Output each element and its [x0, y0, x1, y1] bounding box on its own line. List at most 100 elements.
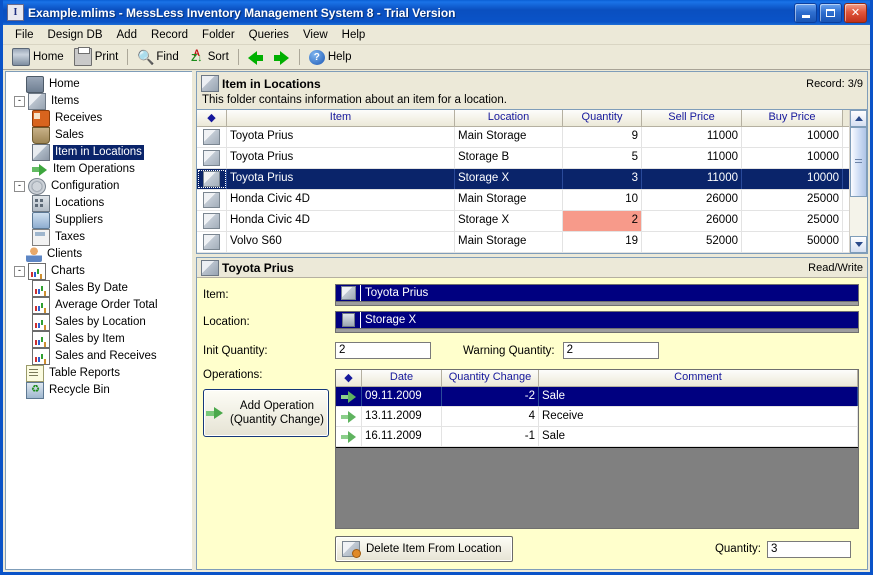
sort-az-icon: A Z↓: [191, 48, 203, 64]
sidebar-item-suppliers[interactable]: Suppliers: [6, 212, 192, 229]
toolbar-find-button[interactable]: 🔍 Find: [132, 47, 183, 67]
table-row[interactable]: Honda Civic 4D Storage X 2 26000 25000: [197, 211, 849, 232]
item-location-icon: [203, 192, 220, 208]
add-operation-button[interactable]: Add Operation (Quantity Change): [203, 389, 329, 437]
sidebar-item-configuration[interactable]: - Configuration: [6, 178, 192, 195]
operations-header-quantity-change[interactable]: Quantity Change: [442, 370, 539, 386]
sidebar-item-receives[interactable]: Receives: [6, 110, 192, 127]
building-icon: [336, 313, 360, 327]
sidebar-item-recycle-bin[interactable]: Recycle Bin: [6, 382, 192, 399]
sidebar-item-clients[interactable]: Clients: [6, 246, 192, 263]
scroll-thumb[interactable]: [850, 127, 867, 197]
menu-queries[interactable]: Queries: [242, 27, 296, 43]
operations-row[interactable]: 09.11.2009 -2 Sale: [336, 387, 858, 407]
sidebar-item-item-in-locations[interactable]: Item in Locations: [6, 144, 192, 161]
tree-expander-icon[interactable]: -: [14, 266, 25, 277]
grid-header-location[interactable]: Location: [455, 110, 563, 126]
scroll-track[interactable]: [850, 127, 867, 236]
operations-row[interactable]: 16.11.2009 -1 Sale: [336, 427, 858, 447]
maximize-button[interactable]: [819, 3, 842, 23]
toolbar-back-button[interactable]: [243, 47, 269, 67]
location-picker[interactable]: Storage X: [335, 311, 859, 333]
tree-expander-icon[interactable]: -: [14, 181, 25, 192]
toolbar-forward-button[interactable]: [269, 47, 295, 67]
toolbar-home-button[interactable]: Home: [7, 46, 69, 68]
sidebar-item-sales-by-item[interactable]: Sales by Item: [6, 331, 192, 348]
sidebar-item-sales-by-location[interactable]: Sales by Location: [6, 314, 192, 331]
close-button[interactable]: ✕: [844, 3, 867, 23]
location-field-row: Location: Storage X: [203, 311, 859, 333]
scroll-down-button[interactable]: [850, 236, 867, 253]
green-arrow-icon: [32, 162, 48, 177]
sidebar-item-label: Sales: [55, 129, 84, 141]
table-row[interactable]: Toyota Prius Storage B 5 11000 10000: [197, 148, 849, 169]
chart-icon: [32, 348, 50, 365]
cell-quantity-change: 4: [442, 407, 539, 426]
sidebar-item-charts[interactable]: - Charts: [6, 263, 192, 280]
item-location-icon: [32, 144, 50, 161]
operations-left-column: Operations: Add Operation (Quantity Chan…: [203, 369, 335, 529]
row-icon-cell: [197, 211, 227, 231]
sidebar-item-sales-and-receives[interactable]: Sales and Receives: [6, 348, 192, 365]
delete-item-from-location-button[interactable]: Delete Item From Location: [335, 536, 513, 562]
cell-sell-price: 11000: [642, 148, 742, 168]
sidebar-item-average-order-total[interactable]: Average Order Total: [6, 297, 192, 314]
sidebar-item-sales[interactable]: Sales: [6, 127, 192, 144]
tax-icon: [32, 229, 50, 246]
grid-header-quantity[interactable]: Quantity: [563, 110, 642, 126]
operations-row[interactable]: 13.11.2009 4 Receive: [336, 407, 858, 427]
item-location-icon: [203, 171, 220, 187]
operations-header-marker[interactable]: ◆: [336, 370, 362, 386]
item-location-icon: [201, 75, 219, 92]
table-row[interactable]: Volvo S60 Main Storage 19 52000 50000: [197, 232, 849, 253]
navigation-sidebar[interactable]: Home - Items Receives Sales Item in Locations…: [5, 71, 192, 570]
operations-header-date[interactable]: Date: [362, 370, 442, 386]
table-row[interactable]: Toyota Prius Main Storage 9 11000 10000: [197, 127, 849, 148]
sidebar-item-label: Sales and Receives: [55, 350, 157, 362]
menu-design-db[interactable]: Design DB: [41, 27, 110, 43]
table-row[interactable]: Toyota Prius Storage X 3 11000 10000: [197, 169, 849, 190]
green-arrow-icon: [204, 407, 230, 419]
sidebar-item-items[interactable]: - Items: [6, 93, 192, 110]
grid-header-sell-price[interactable]: Sell Price: [642, 110, 742, 126]
sidebar-item-home[interactable]: Home: [6, 76, 192, 93]
operations-header-comment[interactable]: Comment: [539, 370, 858, 386]
menu-help[interactable]: Help: [335, 27, 373, 43]
table-row[interactable]: Honda Civic 4D Main Storage 10 26000 25000: [197, 190, 849, 211]
navigation-tree: Home - Items Receives Sales Item in Locations…: [6, 72, 192, 399]
green-arrow-icon: [340, 410, 357, 423]
warning-quantity-input[interactable]: 2: [562, 342, 659, 359]
grid-header-marker[interactable]: ◆: [197, 110, 227, 126]
cart-icon: [32, 127, 50, 144]
main-body: Home - Items Receives Sales Item in Locations…: [3, 70, 870, 572]
init-quantity-input[interactable]: 2: [335, 342, 431, 359]
menu-folder[interactable]: Folder: [195, 27, 242, 43]
quantity-field-group: Quantity: 3: [715, 540, 851, 558]
sidebar-item-taxes[interactable]: Taxes: [6, 229, 192, 246]
menu-add[interactable]: Add: [110, 27, 144, 43]
item-picker[interactable]: Toyota Prius: [335, 284, 859, 306]
cell-buy-price: 10000: [742, 148, 843, 168]
toolbar-print-button[interactable]: Print: [69, 46, 124, 68]
minimize-button[interactable]: [794, 3, 817, 23]
sidebar-item-label: Clients: [47, 248, 83, 260]
menu-record[interactable]: Record: [144, 27, 195, 43]
sidebar-item-label: Sales by Location: [55, 316, 146, 328]
sidebar-item-table-reports[interactable]: Table Reports: [6, 365, 192, 382]
sidebar-item-locations[interactable]: Locations: [6, 195, 192, 212]
grid-header-item[interactable]: Item: [227, 110, 455, 126]
item-location-icon: [203, 234, 220, 250]
toolbar-help-button[interactable]: ? Help: [304, 48, 357, 67]
tree-expander-icon[interactable]: -: [14, 96, 25, 107]
grid-vertical-scrollbar[interactable]: [849, 110, 867, 253]
quantity-input[interactable]: 3: [767, 540, 851, 558]
scroll-up-button[interactable]: [850, 110, 867, 127]
menu-view[interactable]: View: [296, 27, 335, 43]
grid-header-buy-price[interactable]: Buy Price: [742, 110, 843, 126]
menu-file[interactable]: File: [8, 27, 41, 43]
sidebar-item-label: Receives: [55, 112, 103, 124]
sidebar-item-sales-by-date[interactable]: Sales By Date: [6, 280, 192, 297]
toolbar-sort-button[interactable]: A Z↓ Sort: [184, 47, 234, 67]
sidebar-item-item-operations[interactable]: Item Operations: [6, 161, 192, 178]
sidebar-item-label: Home: [49, 78, 80, 90]
